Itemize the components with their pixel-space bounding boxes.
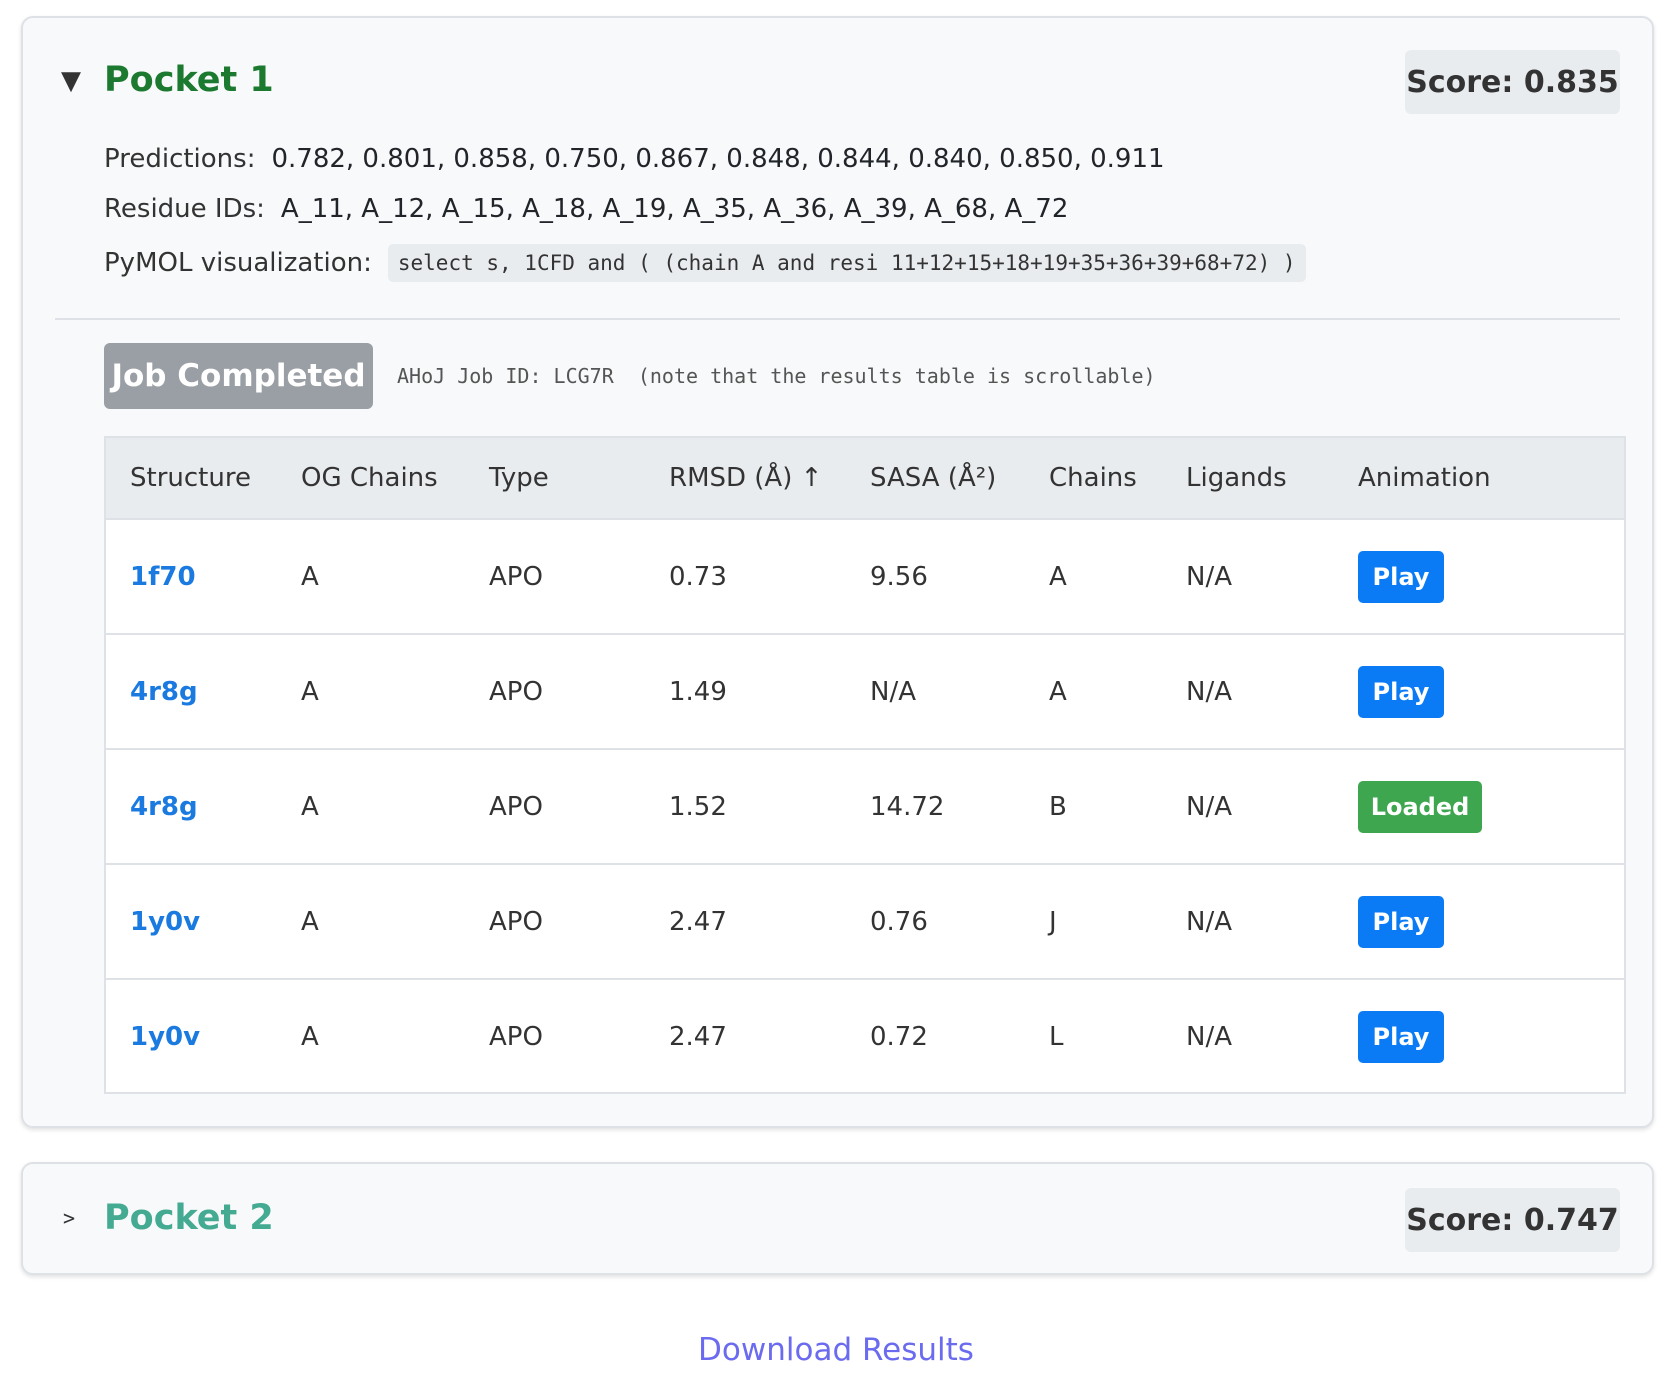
- pymol-command[interactable]: select s, 1CFD and ( (chain A and resi 1…: [387, 244, 1306, 282]
- ligands-cell: N/A: [1162, 979, 1334, 1092]
- table-row: 1f70 A APO 0.73 9.56 A N/A Play: [106, 519, 1624, 635]
- pymol-row: PyMOL visualization: select s, 1CFD and (…: [104, 244, 1306, 282]
- og-chains-cell: A: [277, 864, 465, 980]
- structure-link[interactable]: 1y0v: [130, 1022, 200, 1052]
- type-cell: APO: [465, 864, 645, 980]
- table-row: 4r8g A APO 1.49 N/A A N/A Play: [106, 634, 1624, 750]
- table-row: 4r8g A APO 1.52 14.72 B N/A Loaded: [106, 749, 1624, 865]
- expand-chevron-icon[interactable]: >: [63, 1206, 75, 1230]
- play-button[interactable]: Play: [1358, 665, 1444, 718]
- divider: [55, 318, 1620, 320]
- pymol-label: PyMOL visualization:: [104, 247, 372, 278]
- og-chains-cell: A: [277, 979, 465, 1092]
- og-chains-cell: A: [277, 634, 465, 750]
- ligands-cell: N/A: [1162, 749, 1334, 865]
- results-table: Structure OG Chains Type RMSD (Å) ↑ SASA…: [106, 438, 1624, 1092]
- ligands-cell: N/A: [1162, 634, 1334, 750]
- rmsd-cell: 1.52: [645, 749, 846, 865]
- chains-cell: B: [1025, 749, 1162, 865]
- table-row: 1y0v A APO 2.47 0.72 L N/A Play: [106, 979, 1624, 1092]
- job-id-note: AHoJ Job ID: LCG7R (note that the result…: [397, 364, 1156, 388]
- rmsd-cell: 2.47: [645, 979, 846, 1092]
- structure-link[interactable]: 4r8g: [130, 677, 198, 707]
- header-rmsd[interactable]: RMSD (Å) ↑: [645, 438, 846, 520]
- rmsd-cell: 0.73: [645, 519, 846, 635]
- og-chains-cell: A: [277, 749, 465, 865]
- predictions-row: Predictions: 0.782, 0.801, 0.858, 0.750, …: [104, 142, 1165, 176]
- pocket-card-1: ▼ Pocket 1 Score: 0.835 Predictions: 0.78…: [21, 16, 1654, 1128]
- type-cell: APO: [465, 634, 645, 750]
- table-header-row: Structure OG Chains Type RMSD (Å) ↑ SASA…: [106, 438, 1624, 520]
- collapse-triangle-icon[interactable]: ▼: [61, 66, 81, 96]
- residues-values: A_11, A_12, A_15, A_18, A_19, A_35, A_36…: [280, 194, 1069, 224]
- type-cell: APO: [465, 519, 645, 635]
- header-og-chains[interactable]: OG Chains: [277, 438, 465, 520]
- chains-cell: A: [1025, 634, 1162, 750]
- play-button[interactable]: Play: [1358, 1010, 1444, 1063]
- sasa-cell: 0.72: [846, 979, 1025, 1092]
- structure-link[interactable]: 4r8g: [130, 792, 198, 822]
- type-cell: APO: [465, 979, 645, 1092]
- pocket-card-2[interactable]: > Pocket 2 Score: 0.747: [21, 1162, 1654, 1275]
- chains-cell: J: [1025, 864, 1162, 980]
- download-results-link[interactable]: Download Results: [0, 1330, 1672, 1370]
- header-ligands[interactable]: Ligands: [1162, 438, 1334, 520]
- score-badge-2: Score: 0.747: [1405, 1188, 1620, 1252]
- pocket-title-1[interactable]: Pocket 1: [104, 58, 274, 102]
- residues-row: Residue IDs: A_11, A_12, A_15, A_18, A_19…: [104, 192, 1068, 226]
- table-row: 1y0v A APO 2.47 0.76 J N/A Play: [106, 864, 1624, 980]
- chains-cell: A: [1025, 519, 1162, 635]
- score-badge-1: Score: 0.835: [1405, 50, 1620, 114]
- structure-link[interactable]: 1f70: [130, 562, 196, 592]
- header-type[interactable]: Type: [465, 438, 645, 520]
- ligands-cell: N/A: [1162, 519, 1334, 635]
- sasa-cell: N/A: [846, 634, 1025, 750]
- header-sasa[interactable]: SASA (Å²): [846, 438, 1025, 520]
- header-structure[interactable]: Structure: [106, 438, 277, 520]
- rmsd-cell: 2.47: [645, 864, 846, 980]
- structure-link[interactable]: 1y0v: [130, 907, 200, 937]
- type-cell: APO: [465, 749, 645, 865]
- rmsd-cell: 1.49: [645, 634, 846, 750]
- pocket-title-2[interactable]: Pocket 2: [104, 1196, 274, 1240]
- play-button[interactable]: Play: [1358, 895, 1444, 948]
- predictions-values: 0.782, 0.801, 0.858, 0.750, 0.867, 0.848…: [271, 144, 1165, 174]
- sasa-cell: 14.72: [846, 749, 1025, 865]
- job-completed-button[interactable]: Job Completed: [104, 343, 373, 409]
- chains-cell: L: [1025, 979, 1162, 1092]
- predictions-label: Predictions:: [104, 144, 256, 174]
- header-chains[interactable]: Chains: [1025, 438, 1162, 520]
- results-table-container[interactable]: Structure OG Chains Type RMSD (Å) ↑ SASA…: [104, 436, 1626, 1094]
- og-chains-cell: A: [277, 519, 465, 635]
- residues-label: Residue IDs:: [104, 194, 265, 224]
- sasa-cell: 0.76: [846, 864, 1025, 980]
- sasa-cell: 9.56: [846, 519, 1025, 635]
- play-button[interactable]: Play: [1358, 550, 1444, 603]
- loaded-button[interactable]: Loaded: [1358, 780, 1482, 833]
- header-animation[interactable]: Animation: [1334, 438, 1624, 520]
- ligands-cell: N/A: [1162, 864, 1334, 980]
